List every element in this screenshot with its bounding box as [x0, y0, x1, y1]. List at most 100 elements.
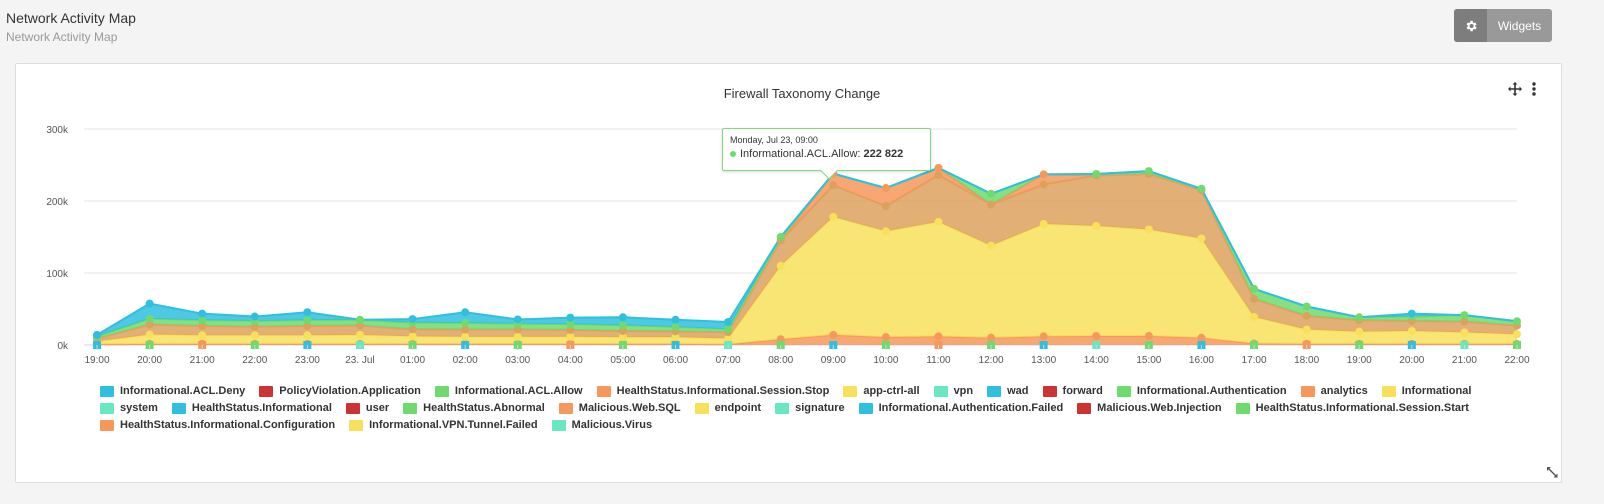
data-point[interactable] [1407, 326, 1416, 335]
legend-item[interactable]: Malicious.Web.SQL [558, 401, 681, 415]
legend-item[interactable]: HealthStatus.Informational [171, 401, 332, 415]
legend-item[interactable]: user [345, 401, 389, 415]
data-point[interactable] [1092, 332, 1101, 340]
legend-item[interactable]: signature [775, 401, 845, 415]
legend-item[interactable]: Informational.VPN.Tunnel.Failed [349, 418, 538, 432]
data-point[interactable] [829, 330, 838, 339]
data-point[interactable] [250, 312, 259, 321]
legend-item[interactable]: Informational.ACL.Deny [100, 384, 245, 398]
data-point[interactable] [671, 323, 680, 331]
data-point[interactable] [1144, 225, 1153, 234]
legend-item[interactable]: HealthStatus.Informational.Configuration [100, 418, 335, 432]
data-point[interactable] [1197, 333, 1206, 342]
legend-item[interactable]: forward [1042, 384, 1103, 398]
data-point[interactable] [250, 331, 259, 340]
data-point[interactable] [408, 315, 417, 324]
data-point[interactable] [829, 181, 838, 190]
data-point[interactable] [881, 333, 890, 342]
legend-item[interactable]: Informational.Authentication.Failed [858, 401, 1063, 415]
data-point[interactable] [724, 325, 733, 334]
data-point[interactable] [1460, 311, 1469, 320]
data-point[interactable] [93, 330, 101, 339]
data-point[interactable] [461, 332, 470, 341]
data-point[interactable] [1250, 294, 1259, 303]
legend-item[interactable]: Malicious.Web.Injection [1077, 401, 1222, 415]
data-point[interactable] [1302, 311, 1311, 320]
data-point[interactable] [145, 330, 154, 339]
data-point[interactable] [513, 332, 522, 341]
data-point[interactable] [1144, 167, 1153, 176]
data-point[interactable] [1355, 313, 1364, 322]
legend-item[interactable]: Informational.Authentication [1116, 384, 1287, 398]
data-point[interactable] [618, 313, 627, 322]
legend-item[interactable]: vpn [933, 384, 973, 398]
legend-item[interactable]: analytics [1300, 384, 1368, 398]
data-point[interactable] [513, 315, 522, 324]
legend-item[interactable]: HealthStatus.Abnormal [403, 401, 545, 415]
legend-item[interactable]: wad [987, 384, 1029, 398]
data-point[interactable] [1250, 312, 1259, 321]
data-point[interactable] [1039, 180, 1048, 189]
data-point[interactable] [1407, 309, 1416, 318]
data-point[interactable] [1513, 317, 1521, 326]
data-point[interactable] [408, 332, 417, 341]
data-point[interactable] [145, 314, 154, 323]
data-point[interactable] [1039, 170, 1048, 179]
data-point[interactable] [355, 330, 364, 339]
data-point[interactable] [566, 332, 575, 341]
data-point[interactable] [671, 315, 680, 324]
data-point[interactable] [934, 171, 943, 180]
data-point[interactable] [618, 321, 627, 330]
data-point[interactable] [881, 202, 890, 211]
legend-item[interactable]: Malicious.Virus [551, 418, 652, 432]
data-point[interactable] [1092, 221, 1101, 230]
x-tick-label: 12:00 [979, 355, 1004, 366]
data-point[interactable] [1197, 234, 1206, 243]
resize-handle-icon[interactable] [1546, 466, 1560, 485]
data-point[interactable] [1144, 332, 1153, 340]
data-point[interactable] [1302, 302, 1311, 311]
legend-item[interactable]: app-ctrl-all [843, 384, 920, 398]
data-point[interactable] [303, 316, 312, 325]
legend-item[interactable]: endpoint [694, 401, 761, 415]
data-point[interactable] [198, 309, 207, 318]
data-point[interactable] [303, 308, 312, 317]
data-point[interactable] [1460, 328, 1469, 337]
data-point[interactable] [1355, 327, 1364, 336]
data-point[interactable] [461, 319, 470, 328]
data-point[interactable] [829, 212, 838, 221]
data-point[interactable] [776, 261, 785, 270]
legend-item[interactable]: PolicyViolation.Application [259, 384, 421, 398]
x-tick-label: 04:00 [558, 355, 583, 366]
data-point[interactable] [881, 227, 890, 236]
data-point[interactable] [987, 189, 996, 198]
legend-item[interactable]: Informational.ACL.Allow [434, 384, 583, 398]
data-point[interactable] [987, 333, 996, 342]
legend-item[interactable]: HealthStatus.Informational.Session.Stop [596, 384, 829, 398]
data-point[interactable] [145, 299, 154, 308]
data-point[interactable] [1302, 325, 1311, 334]
legend-label: Informational.ACL.Allow [454, 385, 583, 397]
data-point[interactable] [934, 332, 943, 341]
data-point[interactable] [1250, 284, 1259, 293]
data-point[interactable] [198, 331, 207, 340]
data-point[interactable] [987, 241, 996, 250]
data-point[interactable] [303, 331, 312, 340]
data-point[interactable] [461, 308, 470, 317]
data-point[interactable] [1039, 220, 1048, 229]
data-point[interactable] [566, 313, 575, 322]
data-point[interactable] [1513, 330, 1521, 339]
data-point[interactable] [355, 315, 364, 324]
data-point[interactable] [776, 233, 785, 241]
data-point[interactable] [724, 317, 733, 326]
data-point[interactable] [1092, 170, 1101, 178]
data-point[interactable] [1039, 332, 1048, 341]
legend-item[interactable]: HealthStatus.Informational.Session.Start [1235, 401, 1469, 415]
legend-item[interactable]: system [100, 401, 158, 415]
data-point[interactable] [987, 200, 996, 209]
data-point[interactable] [934, 163, 943, 172]
data-point[interactable] [934, 217, 943, 226]
data-point[interactable] [881, 184, 890, 193]
legend-item[interactable]: Informational [1381, 384, 1471, 398]
data-point[interactable] [1197, 184, 1206, 193]
